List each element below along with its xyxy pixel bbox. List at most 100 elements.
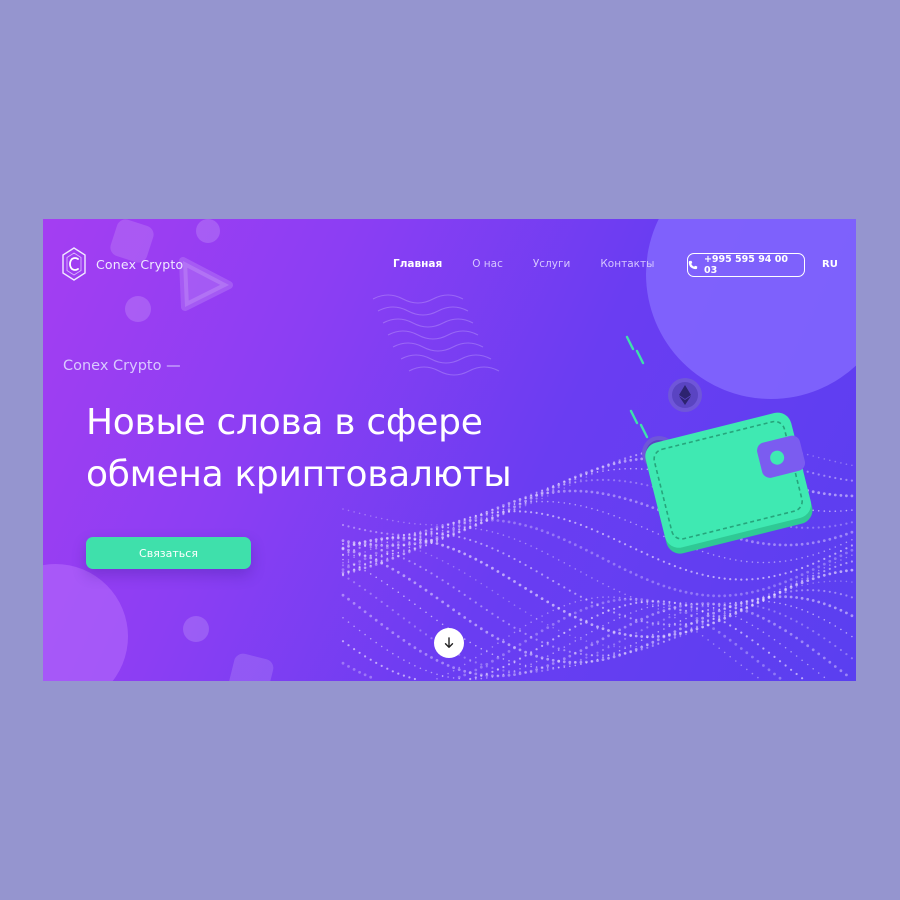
particle-dot <box>557 535 561 539</box>
particle-dot <box>739 592 743 596</box>
nav-item-about[interactable]: О нас <box>472 258 503 270</box>
particle-dot <box>839 570 843 573</box>
particle-dot <box>468 619 472 623</box>
particle-dot <box>386 557 389 560</box>
particle-dot <box>568 540 572 544</box>
nav-item-home[interactable]: Главная <box>393 258 442 270</box>
particle-dot <box>541 658 543 660</box>
particle-dot <box>375 576 378 579</box>
particle-dot <box>364 529 367 532</box>
particle-dot <box>712 627 715 630</box>
particle-dot <box>839 523 843 526</box>
particle-dot <box>535 570 538 573</box>
particle-dot <box>579 609 583 612</box>
particle-dot <box>392 542 394 545</box>
particle-dot <box>773 622 776 626</box>
particle-dot <box>568 662 571 666</box>
particle-dot <box>529 669 533 673</box>
particle-dot <box>341 547 345 551</box>
particle-dot <box>762 647 765 650</box>
particle-dot <box>353 571 355 573</box>
particle-dot <box>474 518 478 522</box>
particle-dot <box>475 527 477 530</box>
particle-dot <box>375 547 378 550</box>
particle-dot <box>784 591 787 594</box>
particle-dot <box>402 552 406 555</box>
particle-dot <box>557 583 560 586</box>
particle-dot <box>568 519 571 523</box>
particle-dot <box>469 677 472 681</box>
particle-dot <box>530 665 532 668</box>
particle-dot <box>375 596 378 599</box>
particle-dot <box>585 574 588 576</box>
scroll-down-button[interactable] <box>434 628 464 658</box>
particle-dot <box>668 623 671 626</box>
nav-item-contacts[interactable]: Контакты <box>600 258 654 270</box>
particle-dot <box>486 510 488 513</box>
particle-dot <box>723 607 727 611</box>
language-switcher[interactable]: RU <box>822 259 838 270</box>
particle-dot <box>341 593 345 597</box>
particle-dot <box>607 596 610 598</box>
particle-dot <box>474 514 477 518</box>
particle-dot <box>845 509 848 512</box>
particle-dot <box>441 579 444 582</box>
particle-dot <box>552 652 554 654</box>
particle-dot <box>497 642 499 644</box>
particle-dot <box>569 502 571 505</box>
particle-dot <box>734 593 738 597</box>
particle-dot <box>712 615 715 618</box>
particle-dot <box>562 616 566 620</box>
particle-dot <box>784 629 787 633</box>
particle-dot <box>634 620 638 624</box>
particle-dot <box>491 666 494 670</box>
particle-dot <box>646 626 649 629</box>
particle-dot <box>596 530 599 533</box>
particle-dot <box>380 555 383 558</box>
particle-dot <box>773 574 776 578</box>
particle-dot <box>767 576 771 579</box>
particle-dot <box>679 589 682 593</box>
main-nav: Главная О нас Услуги Контакты <box>393 258 684 270</box>
particle-dot <box>778 582 782 586</box>
particle-dot <box>596 658 599 661</box>
particle-dot <box>673 633 677 636</box>
particle-dot <box>629 623 633 626</box>
particle-dot <box>601 627 605 631</box>
nav-item-services[interactable]: Услуги <box>533 258 570 270</box>
particle-dot <box>591 660 593 662</box>
phone-button[interactable]: +995 595 94 00 03 <box>687 253 805 277</box>
particle-dot <box>652 603 654 606</box>
phone-icon <box>688 260 698 270</box>
brand-logo[interactable]: Conex Crypto <box>62 247 183 281</box>
contact-button[interactable]: Связаться <box>86 537 251 569</box>
particle-dot <box>374 551 378 555</box>
particle-dot <box>485 563 489 567</box>
particle-dot <box>839 563 843 566</box>
particle-dot <box>701 593 704 597</box>
particle-dot <box>563 649 566 652</box>
particle-dot <box>408 676 411 679</box>
particle-dot <box>568 589 571 592</box>
particle-dot <box>640 639 643 641</box>
particle-dot <box>840 559 842 561</box>
particle-dot <box>629 617 632 620</box>
particle-dot <box>690 614 693 617</box>
particle-dot <box>712 594 715 598</box>
particle-dot <box>513 503 516 506</box>
particle-dot <box>656 635 660 638</box>
particle-dot <box>723 621 726 624</box>
particle-dot <box>795 586 798 588</box>
particle-dot <box>585 619 588 622</box>
particle-dot <box>347 559 350 561</box>
particle-dot <box>424 544 428 547</box>
particle-dot <box>513 673 516 676</box>
particle-dot <box>463 537 466 540</box>
particle-dot <box>424 539 428 543</box>
particle-dot <box>607 646 610 649</box>
particle-dot <box>557 649 560 651</box>
particle-dot <box>629 595 632 598</box>
particle-dot <box>640 617 644 621</box>
particle-dot <box>801 623 804 626</box>
particle-dot <box>629 612 632 614</box>
